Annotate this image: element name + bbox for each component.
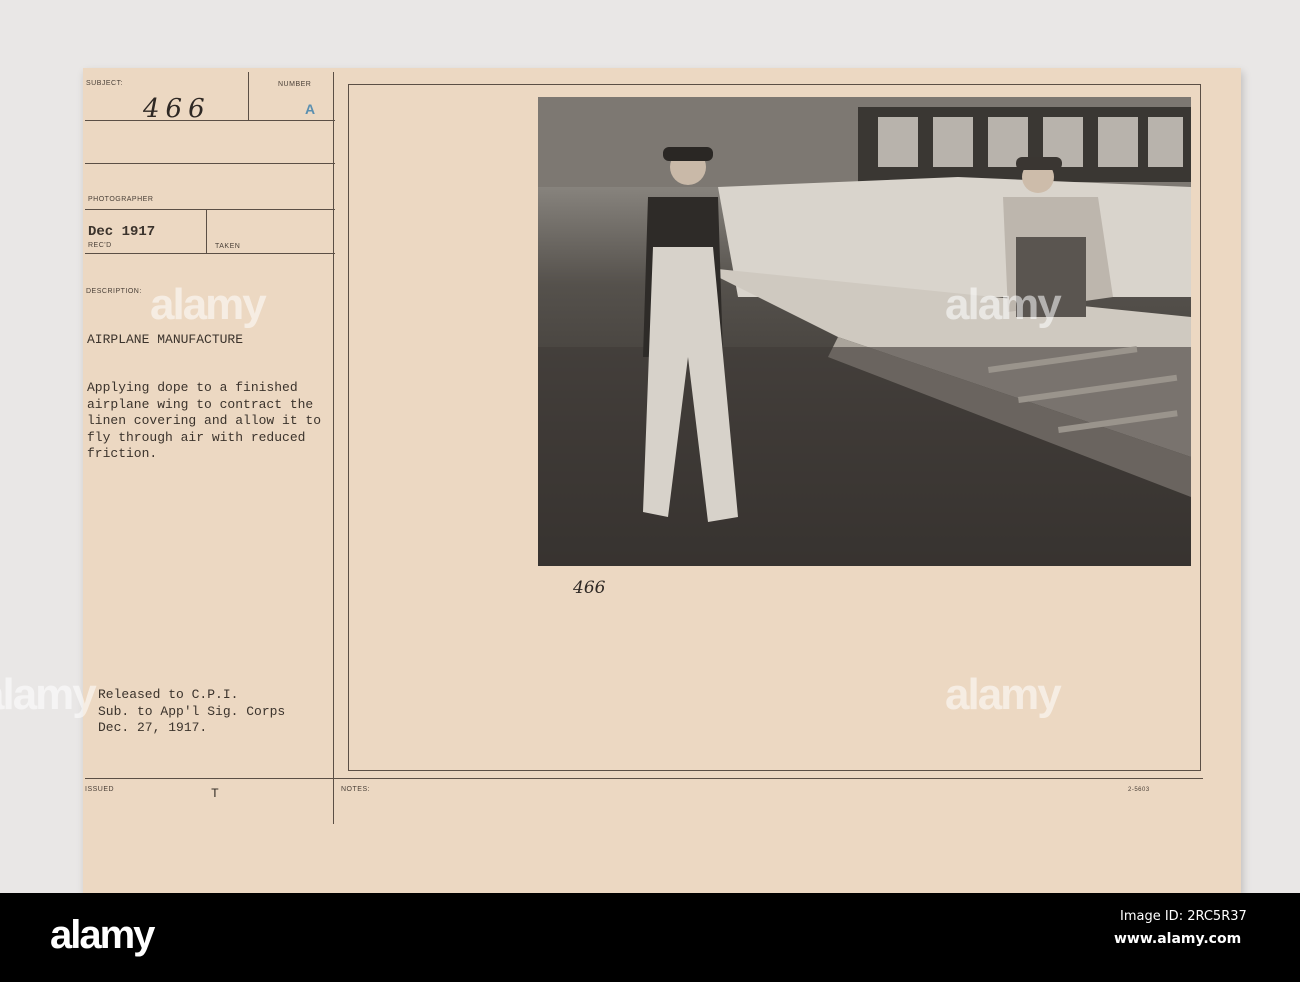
- divider: [206, 209, 207, 253]
- number-value: A: [305, 101, 316, 117]
- description-line: airplane wing to contract the: [87, 396, 314, 412]
- photo-handwritten-number: 466: [573, 578, 606, 598]
- site-url[interactable]: www.alamy.com: [1114, 931, 1241, 947]
- recd-value: Dec 1917: [88, 224, 156, 240]
- divider: [85, 163, 335, 164]
- subject-value: 466: [143, 94, 211, 124]
- watermark: alamy: [150, 280, 267, 329]
- photographer-label: PHOTOGRAPHER: [88, 196, 154, 203]
- divider: [85, 253, 335, 254]
- watermark: alamy: [0, 670, 97, 719]
- alamy-logo: alamy: [50, 913, 155, 957]
- number-label: NUMBER: [278, 81, 312, 88]
- issued-label: ISSUED: [85, 786, 115, 793]
- description-line: fly through air with reduced: [87, 429, 306, 445]
- description-line: Applying dope to a finished: [87, 380, 298, 395]
- subject-label: SUBJECT:: [86, 80, 124, 87]
- release-line: Released to C.P.I.: [98, 687, 239, 702]
- description-title: AIRPLANE MANUFACTURE: [87, 332, 244, 347]
- divider: [333, 72, 334, 824]
- release-note: Released to C.P.I. Sub. to App'l Sig. Co…: [98, 687, 285, 737]
- photograph-airplane-wing-doping: [538, 97, 1191, 566]
- divider: [85, 778, 1203, 779]
- taken-label: TAKEN: [215, 243, 241, 250]
- image-id: Image ID: 2RC5R37: [1120, 909, 1247, 924]
- description-text: Applying dope to a finished airplane win…: [87, 380, 321, 463]
- description-label: DESCRIPTION:: [86, 288, 142, 295]
- photo-scene: [538, 97, 1191, 566]
- description-line: friction.: [87, 446, 158, 461]
- description-line: linen covering and allow it to: [87, 413, 322, 428]
- notes-label: NOTES:: [341, 786, 371, 793]
- issued-value: T: [211, 786, 219, 801]
- release-line: Sub. to App'l Sig. Corps: [98, 703, 286, 719]
- watermark: alamy: [945, 670, 1062, 719]
- form-number: 2-5603: [1128, 787, 1150, 793]
- release-line: Dec. 27, 1917.: [98, 720, 208, 735]
- recd-label: REC'D: [88, 242, 112, 249]
- divider: [248, 72, 249, 120]
- footer-bar: alamy Image ID: 2RC5R37 www.alamy.com: [0, 893, 1300, 982]
- watermark: alamy: [945, 280, 1062, 329]
- divider: [85, 209, 335, 210]
